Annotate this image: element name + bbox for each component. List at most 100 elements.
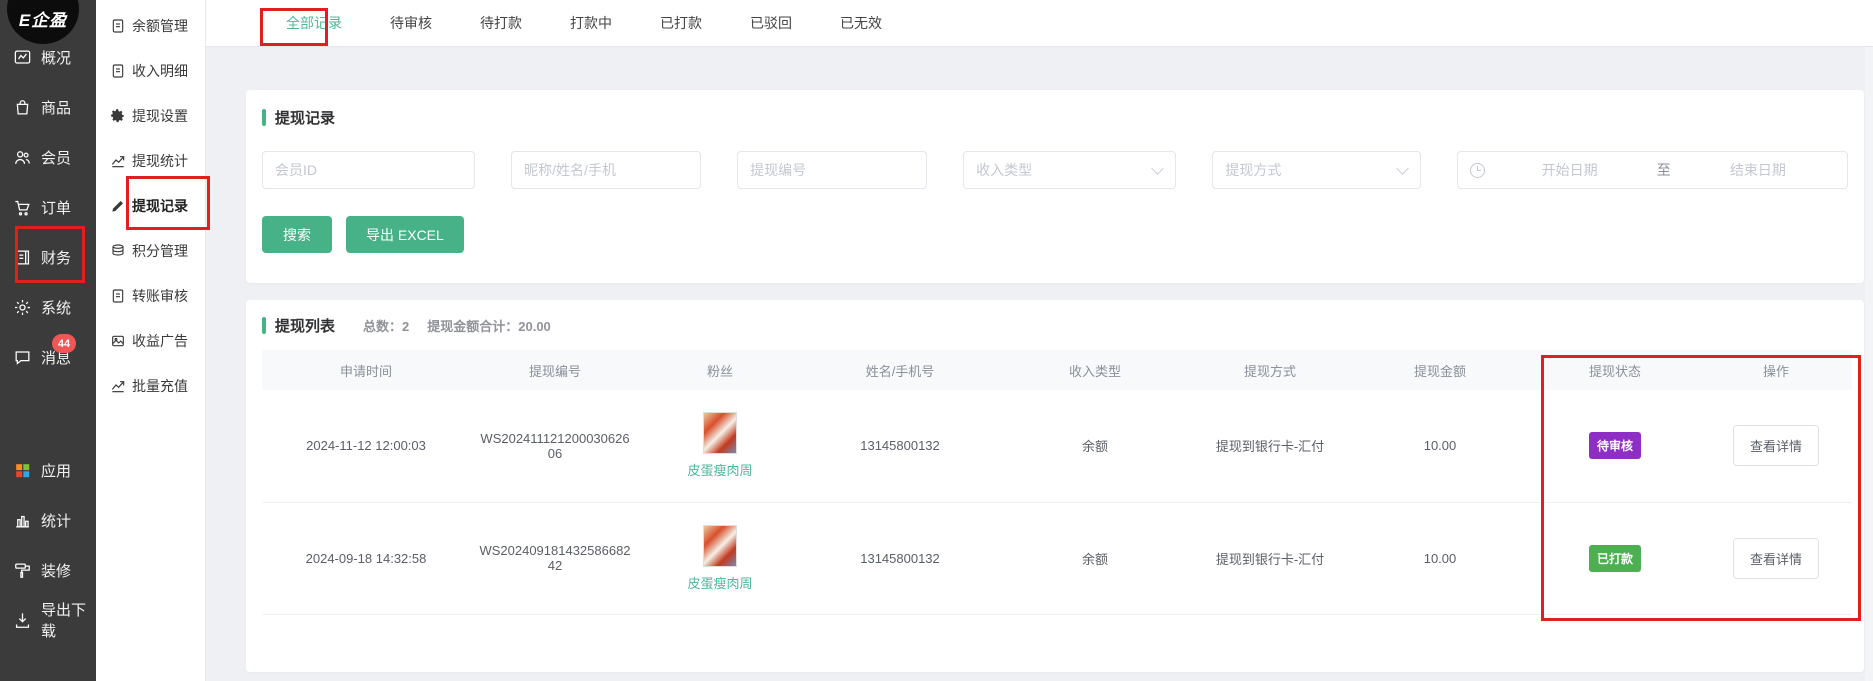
cell-phone: 13145800132 bbox=[800, 502, 1000, 614]
submenu-item-balance[interactable]: 余额管理 bbox=[96, 3, 205, 48]
filter-section-title: 提现记录 bbox=[275, 107, 335, 128]
cell-withdraw-no: WS20241112120003062606 bbox=[470, 390, 640, 502]
nickname-input[interactable] bbox=[511, 151, 701, 189]
cell-action: 查看详情 bbox=[1700, 390, 1852, 502]
submenu-item-points[interactable]: 积分管理 bbox=[96, 228, 205, 273]
submenu-item-label: 提现记录 bbox=[132, 196, 188, 216]
cell-method: 提现到银行卡-汇付 bbox=[1190, 502, 1350, 614]
cell-fan: 皮蛋瘦肉周 bbox=[640, 502, 800, 614]
col-apply-time: 申请时间 bbox=[262, 350, 470, 390]
cell-status: 待审核 bbox=[1530, 390, 1700, 502]
chevron-down-icon bbox=[1152, 162, 1164, 174]
cell-fan: 皮蛋瘦肉周 bbox=[640, 390, 800, 502]
submenu-item-transfer-audit[interactable]: 转账审核 bbox=[96, 273, 205, 318]
paint-roller-icon bbox=[13, 561, 32, 580]
col-method: 提现方式 bbox=[1190, 350, 1350, 390]
view-detail-button[interactable]: 查看详情 bbox=[1733, 425, 1819, 466]
submenu-item-label: 提现设置 bbox=[132, 106, 188, 126]
doc-icon bbox=[110, 288, 126, 304]
chevron-down-icon bbox=[1396, 162, 1408, 174]
submenu-item-label: 批量充值 bbox=[132, 376, 188, 396]
status-badge: 待审核 bbox=[1589, 432, 1641, 459]
fan-name-link[interactable]: 皮蛋瘦肉周 bbox=[687, 460, 752, 479]
submenu-item-withdraw-stats[interactable]: 提现统计 bbox=[96, 138, 205, 183]
coins-icon bbox=[110, 243, 126, 259]
sidebar-item-messages[interactable]: 消息 44 bbox=[0, 332, 96, 382]
export-excel-button[interactable]: 导出 EXCEL bbox=[346, 216, 464, 253]
view-detail-button[interactable]: 查看详情 bbox=[1733, 538, 1819, 579]
primary-sidebar: E企盈 概况 商品 会员 订单 财务 系统 消息 44 bbox=[0, 0, 96, 681]
submenu-item-revenue-ads[interactable]: 收益广告 bbox=[96, 318, 205, 363]
withdraw-table: 申请时间 提现编号 粉丝 姓名/手机号 收入类型 提现方式 提现金额 提现状态 … bbox=[262, 350, 1852, 615]
withdraw-filter-panel: 提现记录 收入类型 提现方式 开始日期 至 结束日期 bbox=[246, 90, 1864, 283]
finance-icon bbox=[13, 248, 32, 267]
sidebar-item-label: 商品 bbox=[41, 97, 71, 118]
cell-income-type: 余额 bbox=[1000, 502, 1190, 614]
income-type-select[interactable]: 收入类型 bbox=[963, 151, 1176, 189]
trend-icon bbox=[110, 153, 126, 169]
tab-invalid[interactable]: 已无效 bbox=[816, 0, 906, 46]
tab-all-records[interactable]: 全部记录 bbox=[262, 0, 366, 46]
download-icon bbox=[13, 611, 32, 630]
date-range-picker[interactable]: 开始日期 至 结束日期 bbox=[1457, 151, 1848, 189]
sidebar-item-apps[interactable]: 应用 bbox=[0, 445, 96, 495]
orders-icon bbox=[13, 198, 32, 217]
sidebar-item-label: 导出下载 bbox=[41, 599, 96, 641]
gear-icon bbox=[110, 108, 126, 124]
doc-icon bbox=[110, 18, 126, 34]
sidebar-item-label: 财务 bbox=[41, 247, 71, 268]
tab-paid[interactable]: 已打款 bbox=[636, 0, 726, 46]
sidebar-item-label: 系统 bbox=[41, 297, 71, 318]
section-accent-bar bbox=[262, 317, 266, 334]
col-action: 操作 bbox=[1700, 350, 1852, 390]
sidebar-item-export[interactable]: 导出下载 bbox=[0, 595, 96, 645]
bar-chart-icon bbox=[13, 511, 32, 530]
sidebar-item-label: 订单 bbox=[41, 197, 71, 218]
trend-icon bbox=[110, 378, 126, 394]
sidebar-item-decorate[interactable]: 装修 bbox=[0, 545, 96, 595]
cell-apply-time: 2024-09-18 14:32:58 bbox=[262, 502, 470, 614]
submenu-item-bulk-recharge[interactable]: 批量充值 bbox=[96, 363, 205, 408]
sidebar-item-finance[interactable]: 财务 bbox=[0, 232, 96, 282]
overview-icon bbox=[13, 48, 32, 67]
sidebar-item-goods[interactable]: 商品 bbox=[0, 82, 96, 132]
member-id-input[interactable] bbox=[262, 151, 475, 189]
scrollbar-track[interactable] bbox=[1865, 47, 1873, 681]
fan-name-link[interactable]: 皮蛋瘦肉周 bbox=[687, 573, 752, 592]
tab-paying[interactable]: 打款中 bbox=[546, 0, 636, 46]
members-icon bbox=[13, 148, 32, 167]
sidebar-item-system[interactable]: 系统 bbox=[0, 282, 96, 332]
sidebar-item-label: 装修 bbox=[41, 560, 71, 581]
cell-method: 提现到银行卡-汇付 bbox=[1190, 390, 1350, 502]
search-button[interactable]: 搜索 bbox=[262, 216, 332, 253]
submenu-item-withdraw-settings[interactable]: 提现设置 bbox=[96, 93, 205, 138]
doc-icon bbox=[110, 63, 126, 79]
cell-withdraw-no: WS20240918143258668242 bbox=[470, 502, 640, 614]
col-income-type: 收入类型 bbox=[1000, 350, 1190, 390]
sidebar-item-label: 概况 bbox=[41, 47, 71, 68]
cell-action: 查看详情 bbox=[1700, 502, 1852, 614]
withdraw-method-select[interactable]: 提现方式 bbox=[1212, 151, 1420, 189]
tab-rejected[interactable]: 已驳回 bbox=[726, 0, 816, 46]
pen-icon bbox=[110, 198, 126, 214]
sidebar-item-overview[interactable]: 概况 bbox=[0, 32, 96, 82]
sidebar-item-orders[interactable]: 订单 bbox=[0, 182, 96, 232]
withdraw-no-input[interactable] bbox=[737, 151, 927, 189]
submenu-item-label: 转账审核 bbox=[132, 286, 188, 306]
table-row: 2024-11-12 12:00:03 WS202411121200030626… bbox=[262, 390, 1852, 502]
cell-apply-time: 2024-11-12 12:00:03 bbox=[262, 390, 470, 502]
sidebar-item-label: 统计 bbox=[41, 510, 71, 531]
sidebar-item-stats[interactable]: 统计 bbox=[0, 495, 96, 545]
tab-pending-review[interactable]: 待审核 bbox=[366, 0, 456, 46]
tab-pending-payment[interactable]: 待打款 bbox=[456, 0, 546, 46]
submenu-item-income[interactable]: 收入明细 bbox=[96, 48, 205, 93]
submenu-item-withdraw-records[interactable]: 提现记录 bbox=[96, 183, 205, 228]
sidebar-item-members[interactable]: 会员 bbox=[0, 132, 96, 182]
list-section-title: 提现列表 bbox=[275, 315, 335, 336]
section-accent-bar bbox=[262, 109, 266, 126]
income-type-placeholder: 收入类型 bbox=[976, 160, 1032, 180]
col-withdraw-no: 提现编号 bbox=[470, 350, 640, 390]
image-icon bbox=[110, 333, 126, 349]
app-logo-text: E企盈 bbox=[19, 6, 67, 31]
list-amount-sum: 提现金额合计：20.00 bbox=[427, 316, 551, 335]
